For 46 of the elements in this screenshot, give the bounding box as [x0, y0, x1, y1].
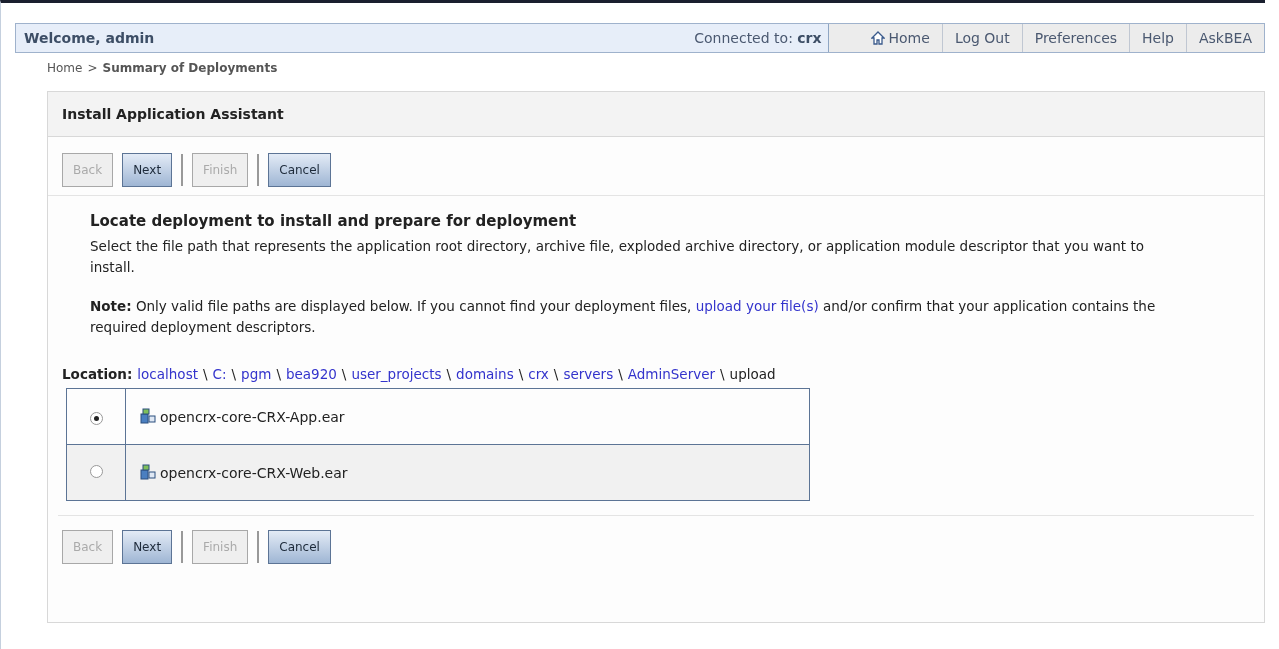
path-link[interactable]: pgm [241, 366, 272, 382]
breadcrumb-separator: > [87, 61, 98, 77]
radio-button[interactable] [89, 411, 103, 425]
wizard-button[interactable]: Cancel [268, 530, 331, 564]
breadcrumb-current: Summary of Deployments [102, 61, 278, 77]
path-link[interactable]: crx [528, 366, 549, 382]
path-link[interactable]: servers [563, 366, 614, 382]
path-separator: \ [231, 366, 237, 382]
file-name: opencrx-core-CRX-App.ear [160, 409, 345, 425]
path-separator: \ [618, 366, 623, 382]
path-separator: \ [518, 366, 524, 382]
path-link[interactable]: C: [212, 366, 227, 382]
upload-link[interactable]: upload your file(s) [695, 298, 819, 314]
location-label: Location: [62, 366, 133, 382]
path-separator: \ [202, 366, 208, 382]
section-heading: Locate deployment to install and prepare for deployment [90, 212, 578, 230]
wizard-button[interactable]: Next [122, 530, 173, 564]
path-separator: \ [720, 366, 725, 382]
note-text: Note: Only valid file paths are displayed below. If you cannot find your deployment files, upload your file(s) and/or confirm that your application contains the required deployment descriptors. [90, 297, 1157, 337]
path-text: upload [729, 366, 776, 382]
file-name: opencrx-core-CRX-Web.ear [160, 465, 348, 481]
description-text: Select the file path that represents the application root directory, archive file, exploded archive directory, or application module descriptor that you want to install. [90, 237, 1145, 277]
welcome-text: Welcome, admin [24, 30, 155, 46]
wizard-button[interactable]: Cancel [268, 153, 331, 187]
breadcrumb-link[interactable]: Home [47, 61, 83, 83]
path-link[interactable]: AdminServer [627, 366, 716, 382]
path-link[interactable]: user_projects [351, 366, 442, 382]
path-link[interactable]: domains [456, 366, 514, 382]
path-link[interactable]: bea920 [285, 366, 337, 382]
panel-title: Install Application Assistant [62, 106, 284, 122]
path-separator: \ [341, 366, 347, 382]
nav-link[interactable]: Log Out [942, 24, 1023, 52]
nav-link[interactable]: Home [858, 24, 943, 52]
home-icon [870, 31, 885, 45]
path-separator: \ [276, 366, 281, 382]
wizard-button[interactable]: Next [122, 153, 173, 187]
path-separator: \ [446, 366, 452, 382]
path-link[interactable]: localhost [137, 366, 198, 382]
nav-link[interactable]: Preferences [1022, 24, 1131, 52]
connection-status: Connected to: crx [694, 30, 822, 46]
archive-icon [140, 408, 156, 424]
nav-link[interactable]: AskBEA [1187, 24, 1264, 52]
path-separator: \ [553, 366, 559, 382]
nav-link[interactable]: Help [1130, 24, 1187, 52]
archive-icon [140, 464, 156, 480]
radio-button[interactable] [89, 464, 103, 478]
